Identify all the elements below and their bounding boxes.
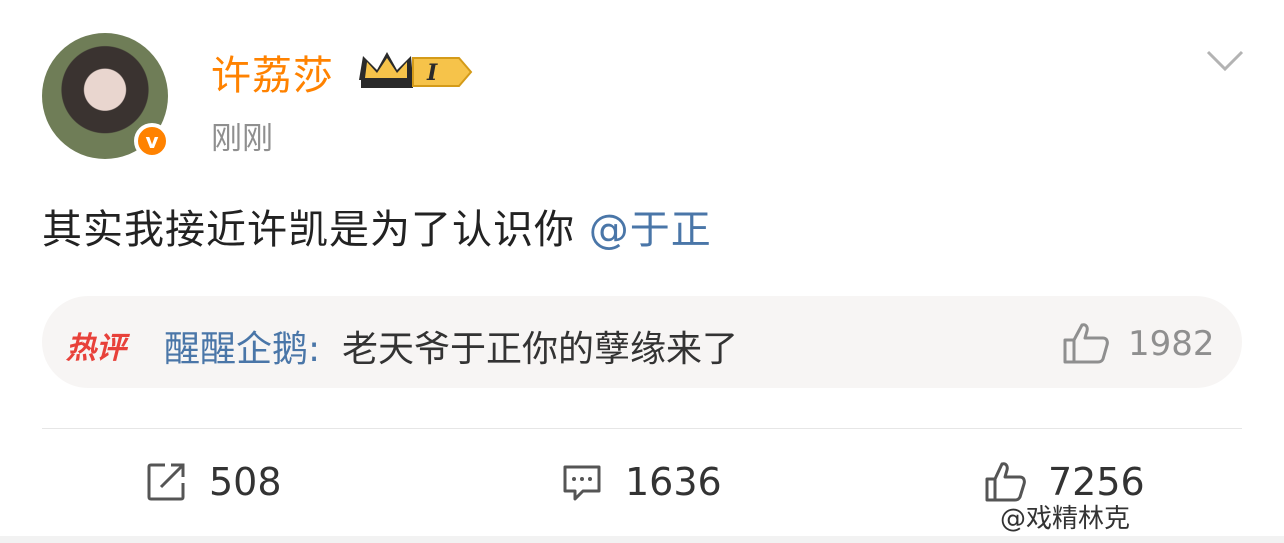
crown-icon[interactable]: I xyxy=(355,46,473,94)
hot-comment-likes: 1982 xyxy=(1128,324,1215,364)
verified-icon: v xyxy=(134,123,170,159)
thumbs-up-icon[interactable] xyxy=(1062,321,1110,365)
comment-count: 1636 xyxy=(625,460,722,504)
watermark-text: @戏精林克 xyxy=(1000,504,1131,534)
repost-button[interactable]: 508 xyxy=(145,456,282,508)
post-body: 其实我接近许凯是为了认识你 xyxy=(42,207,589,253)
comment-button[interactable]: 1636 xyxy=(561,456,722,508)
avatar[interactable]: v xyxy=(42,33,170,159)
badge-level: I xyxy=(426,60,438,86)
bottom-bar xyxy=(0,536,1284,543)
hot-comment[interactable]: 热评 醒醒企鹅: 老天爷于正你的孽缘来了 1982 xyxy=(42,296,1242,388)
hot-comment-badge: 热评 xyxy=(66,331,126,366)
repost-icon xyxy=(147,463,185,501)
hot-comment-text: 老天爷于正你的孽缘来了 xyxy=(342,329,739,370)
comment-icon xyxy=(563,465,601,501)
mention-link[interactable]: @于正 xyxy=(589,207,712,253)
post-time: 刚刚 xyxy=(211,121,273,157)
repost-count: 508 xyxy=(209,460,282,504)
username[interactable]: 许荔莎 xyxy=(211,43,334,101)
divider xyxy=(42,428,1242,429)
post-text: 其实我接近许凯是为了认识你 @于正 xyxy=(42,197,712,255)
hot-comment-author[interactable]: 醒醒企鹅: xyxy=(164,320,320,372)
like-icon xyxy=(985,462,1026,502)
chevron-down-icon[interactable] xyxy=(1205,48,1245,74)
